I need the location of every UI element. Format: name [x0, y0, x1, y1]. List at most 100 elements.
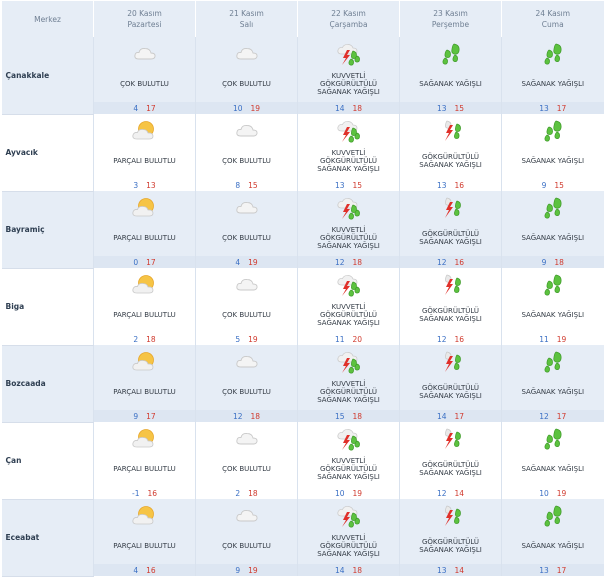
max-temp: 18: [146, 334, 156, 344]
temperatures: 10 19: [502, 487, 604, 499]
condition-line: KUVVETLİ: [331, 71, 366, 80]
condition-text: PARÇALI BULUTLU: [94, 298, 195, 332]
condition-line: PARÇALI BULUTLU: [113, 156, 176, 165]
city-name[interactable]: Bozcaada: [1, 345, 94, 423]
temperature-bar: 13 17: [502, 102, 604, 114]
condition-line: ÇOK BULUTLU: [222, 541, 271, 550]
temperatures: 14 18: [298, 564, 399, 576]
max-temp: 20: [352, 334, 363, 344]
max-temp: 15: [554, 180, 564, 190]
forecast-cell: GÖKGÜRÜLTÜLÜ SAĞANAK YAĞIŞLI 14 17: [399, 345, 502, 422]
heavy-rain-icon: [400, 41, 501, 67]
condition-line: SAĞANAK YAĞIŞLI: [419, 79, 482, 88]
max-temp: 17: [556, 565, 567, 575]
header-day: 22 Kasım Çarşamba: [297, 1, 400, 37]
temperatures: 13 17: [502, 102, 604, 114]
city-name[interactable]: Çanakkale: [1, 37, 94, 115]
condition-line: SAĞANAK YAĞIŞLI: [521, 387, 585, 396]
condition-line: ÇOK BULUTLU: [120, 79, 169, 88]
min-temp: 8: [235, 180, 241, 190]
thunder-rain-icon: [400, 195, 501, 221]
min-temp: 4: [235, 257, 241, 267]
header-row: Merkez 20 Kasım Pazartesi 21 Kasım Salı 22…: [1, 1, 604, 37]
city-name[interactable]: Ayvacık: [1, 114, 94, 192]
city-name[interactable]: Eceabat: [1, 499, 94, 577]
condition-line: KUVVETLİ: [331, 225, 366, 234]
temperature-bar: 10 19: [298, 487, 399, 499]
cloudy-icon: [196, 503, 297, 529]
condition-line: ÇOK BULUTLU: [222, 310, 271, 319]
condition-line: KUVVETLİ: [331, 302, 366, 311]
max-temp: 18: [352, 565, 363, 575]
temperatures: 13 15: [298, 179, 399, 191]
forecast-cell: SAĞANAK YAĞIŞLI 13 17: [501, 499, 604, 576]
temperature-bar: 11 19: [502, 333, 604, 345]
thunder-rain-icon: [400, 503, 501, 529]
max-temp: 19: [248, 565, 258, 575]
city-name[interactable]: Biga: [1, 268, 94, 346]
condition-text: ÇOK BULUTLU: [196, 529, 297, 563]
temperatures: 10 19: [298, 487, 399, 499]
condition-text: SAĞANAK YAĞIŞLI: [502, 529, 604, 563]
forecast-cell: KUVVETLİ GÖKGÜRÜLTÜLÜ SAĞANAK YAĞIŞLI 14 18: [297, 37, 400, 114]
temperature-bar: 9 17: [94, 410, 195, 422]
city-name[interactable]: Çan: [1, 422, 94, 500]
max-temp: 15: [454, 103, 465, 113]
day-weekday: Çarşamba: [329, 20, 368, 29]
max-temp: 14: [454, 565, 465, 575]
condition-text: KUVVETLİ GÖKGÜRÜLTÜLÜ SAĞANAK YAĞIŞLI: [298, 529, 399, 563]
temperatures: 4 17: [94, 102, 195, 114]
min-temp: 2: [235, 488, 241, 498]
condition-line: SAĞANAK YAĞIŞLI: [419, 315, 482, 323]
thunder-rain-icon: [400, 272, 501, 298]
condition-line: ÇOK BULUTLU: [222, 79, 271, 88]
condition-line: ÇOK BULUTLU: [222, 387, 271, 396]
temperature-bar: 14 18: [298, 564, 399, 576]
temperature-bar: 12 17: [502, 410, 604, 422]
condition-text: ÇOK BULUTLU: [196, 452, 297, 486]
min-temp: 11: [334, 334, 345, 344]
max-temp: 17: [146, 103, 156, 113]
forecast-cell: ÇOK BULUTLU 4 17: [93, 37, 196, 114]
condition-line: SAĞANAK YAĞIŞLI: [419, 546, 482, 554]
forecast-cell: KUVVETLİ GÖKGÜRÜLTÜLÜ SAĞANAK YAĞIŞLI 14 18: [297, 499, 400, 576]
condition-line: SAĞANAK YAĞIŞLI: [317, 88, 380, 97]
forecast-cell: GÖKGÜRÜLTÜLÜ SAĞANAK YAĞIŞLI 12 16: [399, 191, 502, 268]
min-temp: 13: [436, 565, 447, 575]
condition-line: PARÇALI BULUTLU: [113, 541, 176, 550]
min-temp: 12: [539, 411, 549, 421]
city-name[interactable]: Bayramiç: [1, 191, 94, 269]
min-temp: 12: [232, 411, 243, 421]
forecast-cell: SAĞANAK YAĞIŞLI 11 19: [501, 268, 604, 345]
temperatures: 14 17: [400, 410, 501, 422]
thunder-rain-icon: [400, 349, 501, 375]
cloudy-icon: [196, 272, 297, 298]
temperature-bar: 3 13: [94, 179, 195, 191]
forecast-cell: GÖKGÜRÜLTÜLÜ SAĞANAK YAĞIŞLI 13 16: [399, 114, 502, 191]
partly-cloudy-icon: [94, 426, 195, 452]
min-temp: 12: [436, 488, 447, 498]
partly-cloudy-icon: [94, 272, 195, 298]
temperatures: 12 16: [400, 256, 501, 268]
min-temp: 14: [436, 411, 447, 421]
temperature-bar: 13 15: [298, 179, 399, 191]
min-temp: 15: [334, 411, 345, 421]
day-weekday: Salı: [239, 20, 254, 29]
min-temp: 9: [133, 411, 139, 421]
max-temp: 17: [146, 411, 156, 421]
condition-text: KUVVETLİ GÖKGÜRÜLTÜLÜ SAĞANAK YAĞIŞLI: [298, 221, 399, 255]
max-temp: 16: [454, 334, 465, 344]
forecast-cell: ÇOK BULUTLU 9 19: [195, 499, 298, 576]
condition-text: SAĞANAK YAĞIŞLI: [502, 452, 604, 486]
max-temp: 19: [248, 334, 258, 344]
city-row: Eceabat PARÇALI BULUTLU 4 16 ÇOK BULUTLU 9 19 K…: [1, 499, 604, 577]
temperature-bar: 14 17: [400, 410, 501, 422]
temperatures: 10 19: [196, 102, 297, 114]
condition-text: GÖKGÜRÜLTÜLÜ SAĞANAK YAĞIŞLI: [400, 375, 501, 409]
city-row: Bayramiç PARÇALI BULUTLU 0 17 ÇOK BULUTLU 4 19…: [1, 191, 604, 269]
condition-text: PARÇALI BULUTLU: [94, 529, 195, 563]
condition-text: PARÇALI BULUTLU: [94, 375, 195, 409]
temperatures: 8 15: [196, 179, 297, 191]
header-day: 20 Kasım Pazartesi: [93, 1, 196, 37]
condition-line: KUVVETLİ: [331, 533, 366, 542]
